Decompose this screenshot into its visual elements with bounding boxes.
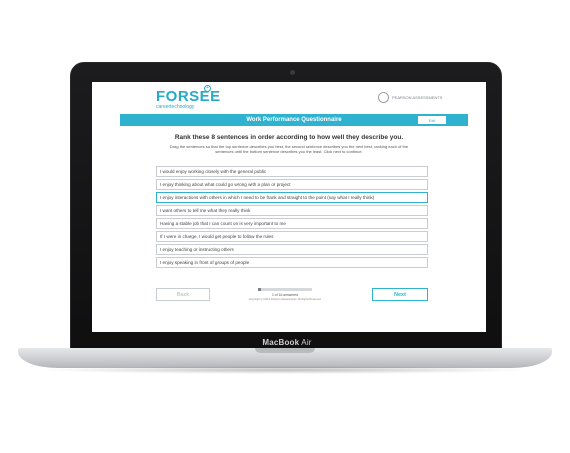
progress-text: 1 of 16 answered	[271, 293, 298, 297]
pearson-logo: PEARSON ASSESSMENTS	[378, 90, 444, 104]
question-heading: Rank these 8 sentences in order accordin…	[174, 134, 404, 141]
macbook-brand: MacBook	[262, 338, 300, 347]
next-button[interactable]: Next	[372, 288, 428, 301]
question-instructions: Drag the sentences so that the top sente…	[169, 144, 409, 154]
sentence-item[interactable]: I enjoy thinking about what could go wro…	[156, 179, 428, 190]
laptop-shadow	[40, 366, 530, 374]
sentence-item[interactable]: I enjoy teaching or instructing others	[156, 244, 428, 255]
logo-plus-icon: +	[204, 85, 211, 92]
macbook-label: MacBook Air	[252, 338, 322, 347]
sentence-item-selected[interactable]: I enjoy interactions with others in whic…	[156, 192, 428, 203]
macbook-model: Air	[301, 338, 312, 347]
laptop-notch	[255, 348, 315, 353]
sentence-item[interactable]: If I were in charge, I would get people …	[156, 231, 428, 242]
forsee-logo: FORSEE	[156, 88, 221, 105]
camera-icon	[290, 70, 295, 75]
pearson-logo-text: PEARSON ASSESSMENTS	[392, 94, 443, 100]
sentence-item[interactable]: I enjoy speaking in front of groups of p…	[156, 257, 428, 268]
logo-subtitle: careertechnology	[156, 104, 195, 110]
sentence-item[interactable]: I would enjoy working closely with the g…	[156, 166, 428, 177]
copyright-text: Copyright (c) 2012 Pearson Assessments. …	[248, 298, 322, 301]
back-button[interactable]: Back	[156, 288, 210, 301]
progress-bar	[258, 288, 312, 291]
sentence-item[interactable]: I want others to tell me what they reall…	[156, 205, 428, 216]
laptop-screen: FORSEE + careertechnology PEARSON ASSESS…	[92, 82, 486, 332]
exit-button[interactable]: Exit	[418, 116, 446, 124]
pearson-mark-icon	[378, 91, 389, 103]
sentence-list: I would enjoy working closely with the g…	[156, 166, 428, 268]
sentence-item[interactable]: Having a stable job that I can count on …	[156, 218, 428, 229]
progress-fill	[258, 288, 262, 291]
questionnaire-titlebar: Work Performance Questionnaire Exit	[120, 114, 468, 126]
page-title: Work Performance Questionnaire	[246, 117, 342, 123]
